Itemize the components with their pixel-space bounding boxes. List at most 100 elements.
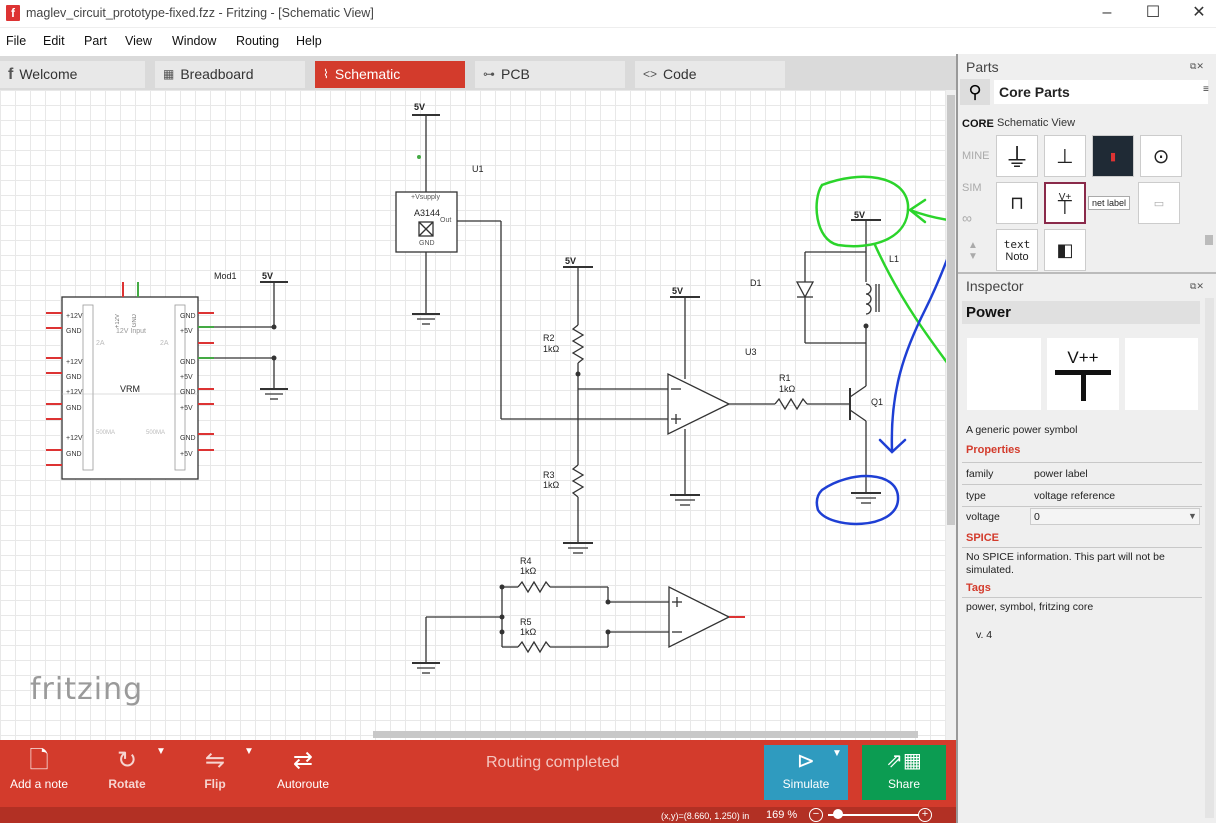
rotate-icon: ↻ <box>116 747 138 774</box>
l1-5v-label: 5V <box>854 210 866 220</box>
zoom-out-icon[interactable]: − <box>809 808 823 822</box>
vrm-left-pins: +12V GND +12V GND +12V GND +12V GND <box>66 309 83 462</box>
r1-designator: R1 <box>779 373 791 383</box>
menu-window[interactable]: Window <box>172 34 216 48</box>
chevron-down-icon[interactable]: ▼ <box>1188 511 1197 521</box>
tab-pcb[interactable]: ⊶ PCB <box>475 61 625 88</box>
vrm-left-pin-label: GND <box>66 374 82 382</box>
maximize-icon[interactable]: ☐ <box>1130 2 1176 24</box>
schematic-icon: ⌇ <box>323 67 329 81</box>
text-part-icon[interactable]: text Noto <box>996 229 1038 271</box>
parts-panel-title: Parts <box>966 59 999 75</box>
tab-breadboard[interactable]: ▦ Breadboard <box>155 61 305 88</box>
prop-type-value: voltage reference <box>1034 490 1116 502</box>
add-note-label: Add a note <box>9 777 69 791</box>
vrm-left-pin-label: GND <box>66 328 82 336</box>
prop-type-name: type <box>966 490 986 502</box>
inspector-description: A generic power symbol <box>966 424 1078 436</box>
vrm-module[interactable] <box>61 281 288 480</box>
zoom-in-icon[interactable]: + <box>918 808 932 822</box>
ground-plane-part-icon[interactable]: ⊥ <box>1044 135 1086 177</box>
vrm-500ma-left: 500MA <box>96 430 116 436</box>
junction-dots <box>271 155 869 635</box>
bin-sim[interactable]: SIM <box>962 182 982 194</box>
part-version: v. 4 <box>976 629 993 641</box>
power-vcc-part-icon[interactable]: V+ ⊤ <box>1044 182 1086 224</box>
vrm-gnd-top: GND <box>132 314 138 328</box>
inspector-panel-title: Inspector <box>966 278 1024 294</box>
window-title: maglev_circuit_prototype-fixed.fzz - Fri… <box>26 6 374 20</box>
menu-routing[interactable]: Routing <box>236 34 279 48</box>
divider <box>962 597 1202 598</box>
inspector-float-icon[interactable]: ⧉✕ <box>1190 281 1204 292</box>
rotate-dropdown-icon[interactable]: ▼ <box>156 746 166 757</box>
menu-view[interactable]: View <box>125 34 152 48</box>
bin-core[interactable]: CORE <box>962 118 994 130</box>
power-stem-icon <box>1080 375 1086 401</box>
tab-schematic[interactable]: ⌇ Schematic <box>315 61 465 88</box>
minimize-icon[interactable]: – <box>1084 2 1130 24</box>
divider <box>962 547 1202 548</box>
share-button[interactable]: ⇗▦ Share <box>862 745 946 800</box>
voltage-combobox[interactable]: 0 <box>1030 508 1200 525</box>
r1-value: 1kΩ <box>779 384 796 394</box>
menu-file[interactable]: File <box>6 34 26 48</box>
pulse-source-part-icon[interactable]: ⊓ <box>996 182 1038 224</box>
power-supply-part-icon[interactable]: ▮ <box>1092 135 1134 177</box>
vertical-scroll-thumb[interactable] <box>947 95 955 525</box>
horizontal-scroll-thumb[interactable] <box>373 731 918 738</box>
r2-r3-divider[interactable] <box>501 266 668 554</box>
u1-out-pin: Out <box>440 217 452 224</box>
u1-hall-sensor[interactable] <box>395 114 502 419</box>
bin-mine[interactable]: MINE <box>962 150 990 162</box>
tab-label: Schematic <box>334 66 401 82</box>
annotation-scribbles <box>815 175 946 526</box>
tab-welcome[interactable]: f Welcome <box>0 61 145 88</box>
logo-image-part-icon[interactable]: ◧ <box>1044 229 1086 271</box>
flip-label: Flip <box>204 777 226 791</box>
ac-source-part-icon[interactable]: ⊙ <box>1140 135 1182 177</box>
menu-help[interactable]: Help <box>296 34 322 48</box>
autoroute-icon: ⇄ <box>292 747 314 774</box>
add-note-button[interactable]: 🗋 Add a note <box>8 745 70 791</box>
r4-value: 1kΩ <box>520 566 537 576</box>
prop-family-name: family <box>966 468 994 480</box>
schematic-drawing[interactable] <box>0 90 946 740</box>
close-icon[interactable]: ✕ <box>1176 2 1216 24</box>
power-t-icon: ⊤ <box>1056 197 1074 219</box>
vrm-500ma-right: 500MA <box>146 430 166 436</box>
comparator-r4-r5[interactable] <box>412 580 745 674</box>
flip-button[interactable]: ⇋ Flip <box>194 745 236 791</box>
frame-part-icon[interactable]: ▭ <box>1138 182 1180 224</box>
vrm-left-pin-label: GND <box>66 450 82 458</box>
bin-scroll-arrows-icon[interactable]: ▲ ▼ <box>968 240 978 262</box>
inspector-scrollbar[interactable] <box>1205 298 1214 818</box>
u3-opamp[interactable] <box>667 296 850 506</box>
parts-float-icon[interactable]: ⧉✕ <box>1190 61 1204 72</box>
spice-heading: SPICE <box>966 532 1000 544</box>
u1-part-name: A3144 <box>414 208 441 218</box>
menu-edit[interactable]: Edit <box>43 34 65 48</box>
r3-value: 1kΩ <box>543 480 560 490</box>
simulate-dropdown-icon[interactable]: ▼ <box>832 748 842 759</box>
zoom-level: 169 % <box>766 809 798 821</box>
panel-divider <box>958 272 1216 274</box>
parts-scrollbar[interactable] <box>1205 235 1213 245</box>
bin-menu-icon[interactable]: ≡ <box>1203 84 1209 95</box>
share-grid-icon: ⇗▦ <box>886 750 922 772</box>
parts-search-icon[interactable]: ⚲ <box>960 79 990 105</box>
autoroute-button[interactable]: ⇄ Autoroute <box>272 745 334 791</box>
flip-dropdown-icon[interactable]: ▼ <box>244 746 254 757</box>
vrm-right-pin-label: GND <box>180 435 196 443</box>
bin-more[interactable]: ∞ <box>962 210 972 226</box>
zoom-slider-handle[interactable] <box>833 809 843 819</box>
tab-code[interactable]: <> Code <box>635 61 785 88</box>
net-label-tooltip: net label <box>1088 196 1131 210</box>
schematic-canvas[interactable]: 5V U1 +Vsupply A3144 Out GND Mod1 5V 12V… <box>0 90 946 740</box>
rotate-button[interactable]: ↻ Rotate <box>100 745 154 791</box>
q1-transistor[interactable] <box>795 219 881 504</box>
u1-5v-label: 5V <box>414 102 426 112</box>
ground-part-icon[interactable]: ⏚ <box>996 135 1038 177</box>
menu-part[interactable]: Part <box>84 34 107 48</box>
tags-text: power, symbol, fritzing core <box>966 601 1094 613</box>
